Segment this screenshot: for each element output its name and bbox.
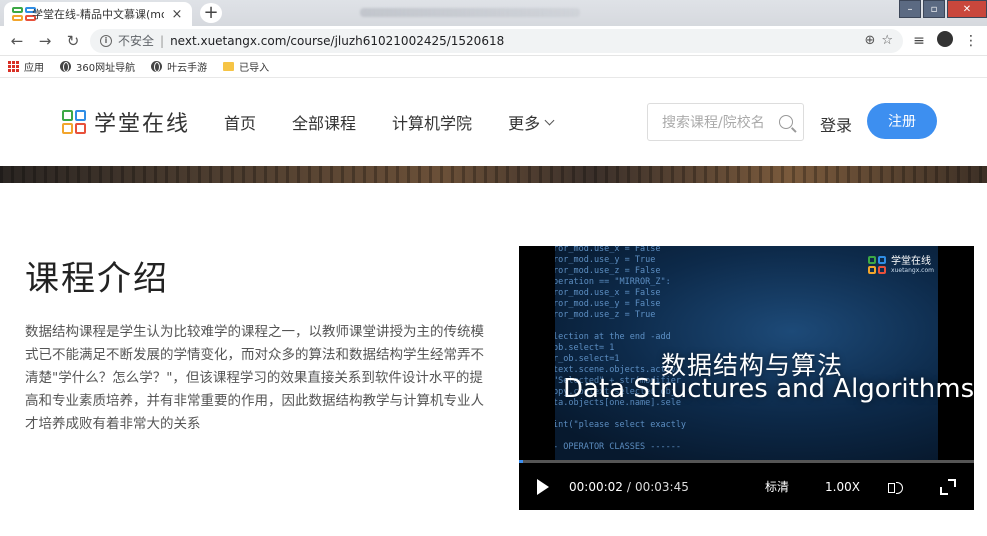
new-tab-button[interactable]: + [200, 3, 222, 23]
nav-all-courses[interactable]: 全部课程 [292, 110, 356, 134]
bookmarks-bar: 应用 360网址导航 叶云手游 已导入 [0, 56, 987, 78]
apps-icon [8, 61, 19, 72]
site-logo[interactable]: 学堂在线 [62, 106, 190, 138]
video-letterbox-left [519, 246, 555, 460]
video-letterbox-right [938, 246, 974, 460]
reading-list-icon[interactable]: ≡ [909, 33, 929, 49]
globe-icon [151, 61, 163, 72]
site-favicon-icon [12, 7, 36, 21]
video-frame[interactable]: ror_mod.use_x = False ror_mod.use_y = Tr… [519, 246, 974, 460]
url-separator: | [160, 33, 165, 48]
toolbar-right: ≡ ⋮ [909, 30, 981, 51]
zoom-icon[interactable]: ⊕ [864, 33, 875, 48]
bookmark-yeyun[interactable]: 叶云手游 [151, 59, 207, 74]
bookmark-label: 已导入 [239, 63, 270, 74]
video-watermark: 学堂在线 xuetangx.com [868, 256, 934, 274]
current-time: 00:00:02 [569, 479, 623, 494]
course-intro-text: 数据结构课程是学生认为比较难学的课程之一，以教师课堂讲授为主的传统模式已不能满足… [25, 324, 484, 432]
tab-title: 学堂在线-精品中文慕课(mooc)平 [32, 8, 164, 21]
video-controls: 00:00:02 / 00:03:45 标清 1.00X [519, 463, 974, 510]
fullscreen-icon[interactable] [940, 478, 956, 495]
bookmark-apps[interactable]: 应用 [8, 59, 44, 74]
browser-tab[interactable]: 学堂在线-精品中文慕课(mooc)平 × [4, 2, 192, 26]
play-icon[interactable] [537, 478, 549, 495]
star-icon[interactable]: ☆ [881, 33, 893, 48]
info-icon[interactable]: i [100, 34, 112, 47]
profile-icon[interactable] [935, 30, 955, 51]
main-nav: 首页 全部课程 计算机学院 更多 [224, 110, 555, 134]
section-title: 课程介绍 [25, 259, 169, 299]
speed-button[interactable]: 1.00X [825, 480, 860, 494]
menu-icon[interactable]: ⋮ [961, 33, 981, 49]
globe-icon [60, 61, 71, 72]
course-intro-section: 课程介绍 数据结构课程是学生认为比较难学的课程之一，以教师课堂讲授为主的传统模式… [0, 183, 987, 535]
bookmark-label: 应用 [24, 63, 44, 74]
tab-close-icon[interactable]: × [170, 7, 184, 22]
video-player[interactable]: ror_mod.use_x = False ror_mod.use_y = Tr… [519, 246, 974, 510]
security-label: 不安全 [118, 34, 155, 48]
window-controls: – ▫ ✕ [899, 0, 987, 18]
video-title-en: Data Structures and Algorithms [563, 374, 974, 404]
logo-text: 学堂在线 [94, 112, 191, 137]
bookmark-imported[interactable]: 已导入 [223, 59, 269, 74]
address-bar[interactable]: i 不安全 | next.xuetangx.com/course/jluzh61… [90, 28, 903, 53]
bookmark-label: 360网址导航 [76, 63, 136, 74]
back-icon[interactable]: ← [6, 30, 28, 52]
nav-cs-college[interactable]: 计算机学院 [392, 110, 472, 134]
url-text[interactable]: next.xuetangx.com/course/jluzh6102100242… [170, 34, 858, 48]
maximize-icon[interactable]: ▫ [923, 0, 945, 18]
watermark-logo-icon [868, 256, 887, 274]
watermark-subtext: xuetangx.com [891, 266, 934, 274]
video-time: 00:00:02 / 00:03:45 [569, 480, 689, 494]
search-placeholder: 搜索课程/院校名 [662, 115, 765, 131]
volume-icon[interactable] [888, 480, 904, 494]
blurred-window-title [360, 8, 580, 17]
duration: 00:03:45 [634, 479, 689, 494]
search-icon[interactable] [779, 115, 793, 129]
browser-toolbar: ← → ↻ i 不安全 | next.xuetangx.com/course/j… [0, 26, 987, 56]
nav-more[interactable]: 更多 [508, 110, 555, 134]
login-link[interactable]: 登录 [820, 112, 852, 136]
course-banner [0, 166, 987, 183]
watermark-text: 学堂在线 [891, 255, 932, 267]
time-separator: / [626, 479, 631, 494]
browser-titlebar: 学堂在线-精品中文慕课(mooc)平 × + – ▫ ✕ [0, 0, 987, 26]
forward-icon[interactable]: → [34, 30, 56, 52]
reload-icon[interactable]: ↻ [62, 30, 84, 52]
window-close-icon[interactable]: ✕ [947, 0, 987, 18]
folder-icon [223, 62, 235, 71]
site-header: 学堂在线 首页 全部课程 计算机学院 更多 搜索课程/院校名 登录 注册 [0, 78, 987, 166]
search-input[interactable]: 搜索课程/院校名 [647, 103, 804, 141]
quality-button[interactable]: 标清 [765, 478, 789, 495]
minimize-icon[interactable]: – [899, 0, 921, 18]
bookmark-360[interactable]: 360网址导航 [60, 59, 135, 74]
nav-home[interactable]: 首页 [224, 110, 256, 134]
logo-icon [62, 110, 86, 134]
chevron-down-icon [544, 115, 555, 125]
bookmark-label: 叶云手游 [167, 63, 208, 74]
nav-more-label: 更多 [508, 114, 541, 133]
register-button[interactable]: 注册 [867, 103, 937, 139]
